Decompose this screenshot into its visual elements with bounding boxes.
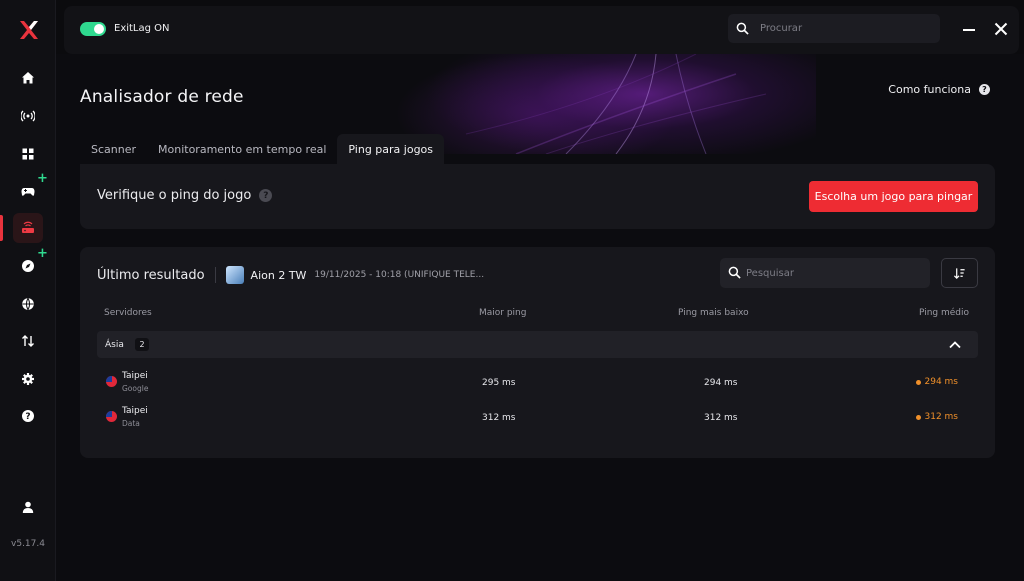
sort-icon: [953, 267, 965, 279]
avg-ping-value: 294 ms: [915, 377, 959, 387]
results-search-input[interactable]: Pesquisar: [720, 258, 930, 288]
avg-ping-value: 312 ms: [915, 412, 959, 422]
game-name: Aion 2 TW: [250, 268, 307, 282]
taiwan-flag-icon: [106, 411, 117, 422]
new-badge-icon: +: [37, 246, 48, 261]
help-icon[interactable]: ?: [259, 189, 273, 202]
region-count-badge: 2: [135, 338, 149, 351]
globe-icon[interactable]: [13, 289, 43, 319]
server-provider: Google: [122, 384, 149, 393]
results-header: Último resultado Aion 2 TW 19/11/2025 - …: [97, 266, 484, 284]
status-dot-icon: [915, 379, 921, 385]
divider: [214, 267, 216, 283]
region-name: Ásia: [105, 340, 124, 350]
column-header-avg-ping[interactable]: Ping médio: [919, 308, 969, 318]
home-icon[interactable]: [13, 63, 43, 93]
search-placeholder: Procurar: [760, 23, 803, 34]
broadcast-icon[interactable]: [13, 101, 43, 131]
choose-game-button[interactable]: Escolha um jogo para pingar: [809, 181, 978, 212]
results-card: Último resultado Aion 2 TW 19/11/2025 - …: [80, 247, 995, 458]
svg-text:?: ?: [25, 412, 30, 422]
exitlag-status-label: ExitLag ON: [114, 23, 170, 34]
status-dot-icon: [915, 414, 921, 420]
new-badge-icon: +: [37, 171, 48, 186]
ping-check-title: Verifique o ping do jogo: [97, 188, 252, 203]
grid-icon[interactable]: [13, 139, 43, 169]
gear-icon[interactable]: [13, 364, 43, 394]
help-icon[interactable]: ?: [13, 401, 43, 431]
max-ping-value: 295 ms: [482, 378, 516, 388]
router-icon[interactable]: [13, 213, 43, 243]
close-button[interactable]: [992, 20, 1010, 38]
sort-button[interactable]: [941, 258, 978, 288]
game-thumbnail: [225, 266, 244, 284]
minimize-button[interactable]: [960, 20, 978, 38]
avg-ping-text: 312 ms: [924, 412, 959, 422]
min-ping-value: 294 ms: [704, 378, 738, 388]
user-icon[interactable]: [13, 492, 43, 522]
search-icon: [736, 22, 749, 35]
column-header-max-ping[interactable]: Maior ping: [479, 308, 526, 318]
exitlag-toggle[interactable]: [80, 22, 106, 36]
top-bar: ExitLag ON Procurar: [64, 6, 1019, 54]
exitlag-logo-icon[interactable]: [14, 16, 42, 44]
taiwan-flag-icon: [106, 376, 117, 387]
page-title: Analisador de rede: [80, 87, 244, 107]
avg-ping-text: 294 ms: [924, 377, 959, 387]
help-icon: ?: [979, 84, 990, 95]
game-meta: 19/11/2025 - 10:18 (UNIFIQUE TELE...: [314, 270, 485, 280]
server-name: Taipei: [122, 406, 148, 416]
global-search-input[interactable]: Procurar: [728, 14, 940, 43]
table-row[interactable]: Taipei Google 295 ms 294 ms 294 ms: [97, 365, 978, 399]
server-provider: Data: [122, 419, 140, 428]
region-group-header[interactable]: Ásia 2: [97, 331, 978, 358]
ping-check-title-row: Verifique o ping do jogo ?: [97, 188, 273, 203]
sidebar: + + ? v5.17.4: [0, 0, 56, 581]
active-indicator: [0, 215, 3, 241]
tab-scanner[interactable]: Scanner: [80, 134, 147, 164]
ping-check-card: Verifique o ping do jogo ? Escolha um jo…: [80, 164, 995, 229]
transfer-arrows-icon[interactable]: [13, 326, 43, 356]
tab-bar: Scanner Monitoramento em tempo real Ping…: [80, 134, 445, 164]
tab-realtime-monitoring[interactable]: Monitoramento em tempo real: [147, 134, 337, 164]
how-it-works-link[interactable]: Como funciona ?: [888, 83, 990, 96]
app-version: v5.17.4: [11, 539, 45, 549]
table-row[interactable]: Taipei Data 312 ms 312 ms 312 ms: [97, 400, 978, 434]
chevron-up-icon[interactable]: [948, 338, 962, 352]
main-content: Analisador de rede Como funciona ? Scann…: [56, 54, 1024, 581]
server-name: Taipei: [122, 371, 148, 381]
search-placeholder: Pesquisar: [746, 268, 794, 279]
column-header-min-ping[interactable]: Ping mais baixo: [678, 308, 749, 318]
max-ping-value: 312 ms: [482, 413, 516, 423]
search-icon: [728, 266, 741, 279]
column-header-servers[interactable]: Servidores: [104, 308, 152, 318]
min-ping-value: 312 ms: [704, 413, 738, 423]
how-it-works-label: Como funciona: [888, 83, 971, 96]
results-title: Último resultado: [97, 267, 205, 283]
tab-game-ping[interactable]: Ping para jogos: [337, 134, 445, 164]
